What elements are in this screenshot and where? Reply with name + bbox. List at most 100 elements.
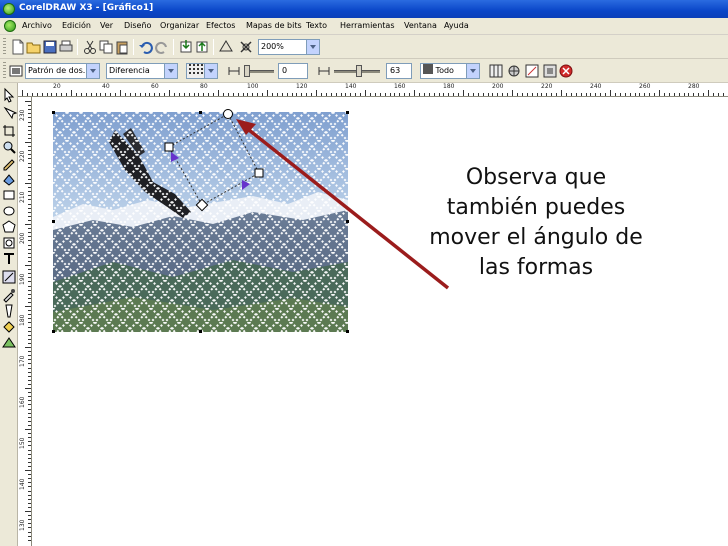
fill-tool-icon[interactable] [1, 319, 17, 335]
handle-bottom-right[interactable] [346, 330, 349, 333]
ruler-tick [25, 183, 31, 184]
eyedropper-icon[interactable] [1, 287, 17, 303]
ruler-tick [28, 256, 31, 258]
menu-ver[interactable]: Ver [100, 21, 113, 30]
toolbar-grip[interactable] [3, 62, 6, 80]
ruler-tick [708, 90, 709, 96]
start-transparency-field[interactable]: 0 [278, 63, 308, 79]
save-icon[interactable] [42, 39, 58, 55]
ruler-tick [28, 285, 31, 287]
ruler-tick [389, 93, 391, 96]
chevron-down-icon[interactable] [164, 64, 177, 78]
ruler-tick [28, 359, 31, 361]
ruler-tick [28, 539, 31, 541]
cut-icon[interactable] [82, 39, 98, 55]
ruler-tick [28, 326, 31, 328]
clear-transparency-icon[interactable] [558, 63, 574, 79]
redo-icon[interactable] [154, 39, 170, 55]
handle-middle-left[interactable] [52, 220, 55, 223]
horizontal-ruler[interactable]: 20 40 60 80 100 120 140 160 180 200 220 … [18, 83, 728, 97]
open-icon[interactable] [26, 39, 42, 55]
menu-archivo[interactable]: Archivo [22, 21, 52, 30]
handle-middle-right[interactable] [346, 220, 349, 223]
apply-to-combo[interactable]: Todo [420, 63, 480, 79]
ruler-tick [28, 211, 31, 213]
zoom-level-combo[interactable]: 200% [258, 39, 320, 55]
menu-herramientas[interactable]: Herramientas [340, 21, 395, 30]
zoom-tool-icon[interactable] [1, 139, 17, 155]
ruler-label: 180 [19, 314, 26, 326]
smart-fill-icon[interactable] [1, 171, 17, 187]
toolbar-grip[interactable] [3, 38, 6, 56]
transparency-type-combo[interactable]: Patrón de dos... [25, 63, 100, 79]
pattern-picker-combo[interactable] [186, 63, 218, 79]
menu-efectos[interactable]: Efectos [206, 21, 235, 30]
menu-organizar[interactable]: Organizar [160, 21, 199, 30]
interactive-tool-icon[interactable] [1, 269, 17, 285]
basic-shapes-icon[interactable] [1, 235, 17, 251]
shape-tool-icon[interactable] [1, 105, 17, 121]
export-icon[interactable] [194, 39, 210, 55]
freehand-tool-icon[interactable] [1, 155, 17, 171]
pattern-swatch-icon [189, 64, 205, 76]
document-menu-icon[interactable] [4, 20, 16, 32]
text-tool-icon[interactable] [1, 251, 17, 267]
menu-texto[interactable]: Texto [306, 21, 327, 30]
handle-top-left[interactable] [52, 111, 55, 114]
menu-mapas-de-bits[interactable]: Mapas de bits [246, 21, 302, 30]
ruler-tick [306, 93, 308, 96]
menu-ventana[interactable]: Ventana [404, 21, 437, 30]
print-icon[interactable] [58, 39, 74, 55]
end-transparency-field[interactable]: 63 [386, 63, 412, 79]
ruler-tick [252, 93, 254, 96]
bitmap-condor-mountains[interactable] [53, 112, 348, 332]
ellipse-tool-icon[interactable] [1, 203, 17, 219]
ruler-tick [286, 93, 288, 96]
ruler-tick [28, 355, 31, 357]
rectangle-tool-icon[interactable] [1, 187, 17, 203]
fill-outline-icon [423, 64, 433, 74]
handle-bottom-left[interactable] [52, 330, 55, 333]
ruler-tick [28, 420, 31, 422]
import-icon[interactable] [178, 39, 194, 55]
interactive-fill-icon[interactable] [1, 335, 17, 351]
menu-diseno[interactable]: Diseño [124, 21, 151, 30]
handle-top-middle[interactable] [199, 111, 202, 114]
ruler-tick [28, 523, 31, 525]
handle-bottom-middle[interactable] [199, 330, 202, 333]
ruler-tick [28, 297, 31, 299]
undo-icon[interactable] [138, 39, 154, 55]
menu-ayuda[interactable]: Ayuda [444, 21, 469, 30]
paste-icon[interactable] [114, 39, 130, 55]
new-icon[interactable] [10, 39, 26, 55]
menu-edicion[interactable]: Edición [62, 21, 91, 30]
handle-top-right[interactable] [346, 111, 349, 114]
welcome-icon[interactable] [238, 39, 254, 55]
chevron-down-icon[interactable] [306, 40, 319, 54]
copy-icon[interactable] [98, 39, 114, 55]
ruler-tick [25, 142, 31, 143]
ruler-tick [281, 93, 283, 96]
pick-tool-icon[interactable] [1, 87, 17, 103]
chevron-down-icon[interactable] [204, 64, 217, 78]
chevron-down-icon[interactable] [466, 64, 479, 78]
chevron-down-icon[interactable] [86, 64, 99, 78]
ruler-tick [600, 93, 602, 96]
start-transparency-thumb[interactable] [244, 65, 250, 77]
crop-tool-icon[interactable] [1, 123, 17, 139]
end-transparency-thumb[interactable] [356, 65, 362, 77]
polygon-tool-icon[interactable] [1, 219, 17, 235]
ruler-tick [28, 478, 31, 480]
transparency-mode-combo[interactable]: Diferencia [106, 63, 178, 79]
copy-transparency-icon[interactable] [524, 63, 540, 79]
ruler-tick [28, 174, 31, 176]
edit-pattern-icon[interactable] [506, 63, 522, 79]
app-launcher-icon[interactable] [218, 39, 234, 55]
ruler-tick [516, 93, 518, 96]
ruler-tick [28, 404, 31, 406]
vertical-ruler[interactable]: 230 220 210 200 190 180 170 160 150 140 … [18, 97, 32, 546]
outline-tool-icon[interactable] [1, 303, 17, 319]
freeze-icon[interactable] [488, 63, 504, 79]
transparency-preset-icon[interactable] [8, 63, 24, 79]
transparency-settings-icon[interactable] [542, 63, 558, 79]
